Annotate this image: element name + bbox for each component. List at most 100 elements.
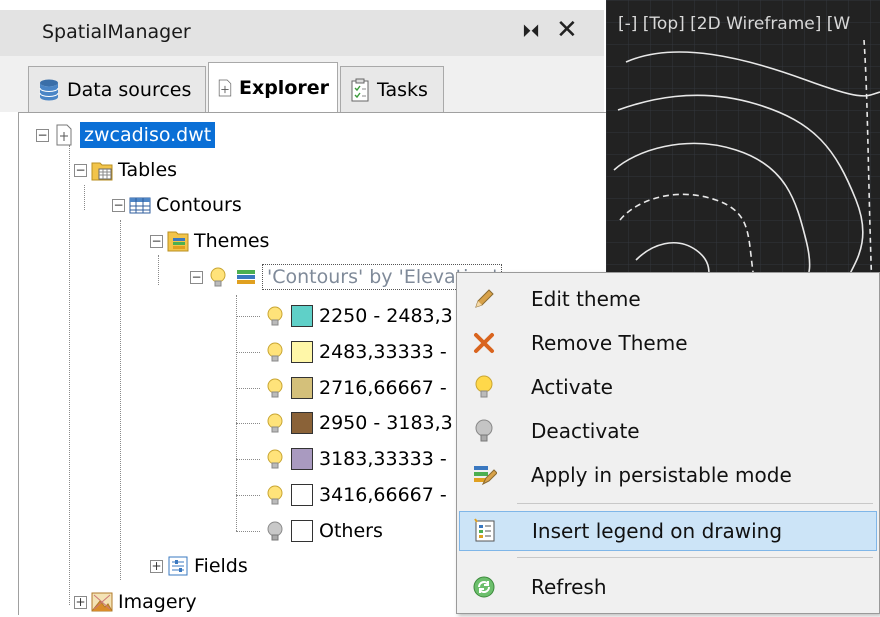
menu-item-label: Refresh	[531, 575, 607, 599]
tree-node-class[interactable]: 2250 - 2483,3	[260, 301, 453, 331]
menu-separator	[517, 557, 873, 558]
tab-label: Data sources	[67, 78, 192, 101]
tab-label: Explorer	[238, 77, 329, 99]
menu-item-deactivate[interactable]: Deactivate	[459, 411, 877, 451]
menu-item-label: Remove Theme	[531, 331, 688, 355]
tree-guide	[236, 531, 260, 532]
pencil-icon	[475, 289, 494, 308]
menu-item-label: Deactivate	[531, 419, 640, 443]
contour-drawing	[606, 0, 880, 291]
bulb-on-icon	[267, 342, 283, 362]
tree-node-tables[interactable]: − Tables	[74, 155, 177, 185]
tree-node-class[interactable]: 2716,66667 -	[260, 373, 447, 403]
drawing-file-icon	[56, 124, 72, 146]
color-swatch	[291, 377, 313, 399]
refresh-icon	[473, 576, 495, 598]
tree-guide	[236, 423, 260, 424]
bulb-off-icon	[475, 419, 493, 442]
tree-node-themes[interactable]: − Themes	[150, 226, 269, 256]
menu-item-apply-persistable[interactable]: Apply in persistable mode	[459, 455, 877, 495]
tab-tasks[interactable]: Tasks	[340, 66, 444, 112]
explorer-icon	[218, 79, 232, 97]
table-icon	[129, 197, 151, 214]
tree-node-label: Imagery	[118, 591, 197, 613]
drawing-viewport[interactable]	[606, 0, 880, 291]
database-icon	[39, 79, 59, 100]
color-swatch	[291, 341, 313, 363]
tables-folder-icon	[91, 162, 113, 181]
collapse-icon[interactable]: −	[36, 128, 49, 142]
tree-node-class[interactable]: 3416,66667 -	[260, 480, 447, 510]
tree-node-class[interactable]: 2950 - 3183,3	[260, 408, 453, 438]
collapse-icon[interactable]: −	[150, 234, 163, 248]
tree-node-label: 3416,66667 -	[319, 484, 447, 506]
menu-item-activate[interactable]: Activate	[459, 367, 877, 407]
menu-item-label: Activate	[531, 375, 613, 399]
tree-node-label: Themes	[194, 230, 270, 252]
tab-explorer[interactable]: Explorer	[208, 62, 338, 113]
fields-icon	[168, 556, 188, 576]
color-swatch	[291, 412, 313, 434]
color-swatch	[291, 448, 313, 470]
tree-guide	[84, 185, 85, 210]
collapse-icon[interactable]: −	[112, 198, 125, 212]
legend-icon	[474, 518, 495, 542]
menu-separator	[517, 503, 873, 504]
color-swatch	[291, 305, 313, 327]
color-swatch	[291, 520, 313, 542]
bulb-on-icon	[267, 378, 283, 398]
bulb-on-icon	[475, 375, 493, 398]
bulb-on-icon	[267, 485, 283, 505]
tree-node-label: zwcadiso.dwt	[80, 122, 216, 148]
tree-node-label: Contours	[156, 194, 242, 216]
tree-guide	[236, 495, 260, 496]
tree-guide	[158, 255, 159, 285]
tree-node-class[interactable]: 3183,33333 -	[260, 444, 447, 474]
menu-item-label: Edit theme	[531, 287, 641, 311]
menu-item-remove-theme[interactable]: Remove Theme	[459, 323, 877, 363]
tree-node-class[interactable]: 2483,33333 -	[260, 337, 447, 367]
color-swatch	[291, 484, 313, 506]
menu-item-label: Apply in persistable mode	[531, 463, 792, 487]
tree-node-root[interactable]: − zwcadiso.dwt	[36, 120, 216, 150]
tab-label: Tasks	[377, 78, 428, 101]
tree-node-fields[interactable]: + Fields	[150, 551, 248, 581]
menu-item-insert-legend[interactable]: Insert legend on drawing	[459, 511, 877, 551]
bulb-on-icon	[267, 413, 283, 433]
tree-node-imagery[interactable]: + Imagery	[74, 587, 197, 617]
bulb-off-icon	[267, 521, 283, 541]
tab-data-sources[interactable]: Data sources	[28, 66, 206, 112]
panel-titlebar: SpatialManager ⏵⏴ ✕	[0, 10, 604, 56]
tree-node-class-others[interactable]: Others	[260, 516, 383, 546]
close-icon[interactable]: ✕	[556, 15, 578, 45]
persist-icon	[474, 466, 497, 486]
menu-item-edit-theme[interactable]: Edit theme	[459, 279, 877, 319]
context-menu: Edit theme Remove Theme Activate Deactiv…	[456, 272, 880, 614]
pin-icon[interactable]: ⏵⏴	[522, 21, 540, 42]
remove-x-icon	[474, 333, 494, 353]
theme-layers-icon	[237, 270, 255, 284]
tree-node-label: Others	[319, 520, 383, 542]
menu-item-label: Insert legend on drawing	[532, 519, 783, 543]
tree-guide	[236, 316, 260, 317]
imagery-icon	[91, 592, 113, 612]
viewport-controls-label[interactable]: [-] [Top] [2D Wireframe] [W	[618, 14, 850, 34]
tree-node-label: 2716,66667 -	[319, 377, 447, 399]
tree-guide	[236, 352, 260, 353]
tree-node-contours[interactable]: − Contours	[112, 190, 242, 220]
tree-node-label: 2483,33333 -	[319, 341, 447, 363]
collapse-icon[interactable]: −	[74, 163, 87, 177]
expand-icon[interactable]: +	[150, 559, 163, 573]
bulb-on-icon	[210, 267, 226, 287]
tree-node-label: 2250 - 2483,3	[319, 305, 453, 327]
menu-item-refresh[interactable]: Refresh	[459, 567, 877, 607]
bulb-on-icon	[267, 306, 283, 326]
tree-guide	[236, 459, 260, 460]
tree-guide	[69, 145, 70, 605]
clipboard-icon	[351, 78, 369, 101]
collapse-icon[interactable]: −	[190, 270, 203, 284]
expand-icon[interactable]: +	[74, 595, 87, 609]
tree-guide	[120, 220, 121, 580]
tree-node-label: Tables	[118, 159, 178, 181]
tree-node-label: Fields	[194, 555, 248, 577]
